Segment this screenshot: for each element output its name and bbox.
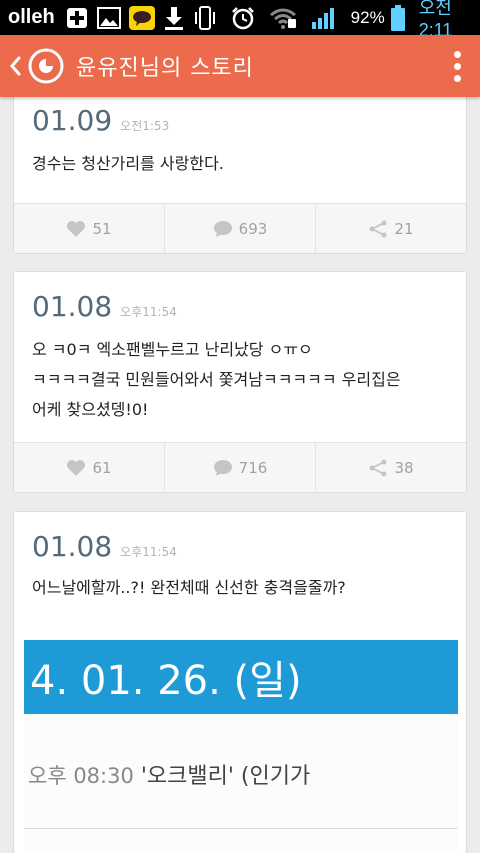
comment-icon bbox=[213, 459, 232, 476]
story-feed[interactable]: 01.09 오전1:53 경수는 청산가리를 사랑한다. 51 693 21 0… bbox=[0, 97, 480, 853]
image-text-line: 오후 08:30 '오크밸리' (인기가 bbox=[28, 758, 310, 790]
alarm-icon bbox=[231, 6, 255, 30]
post-time: 오후11:54 bbox=[120, 545, 177, 559]
comment-count: 716 bbox=[238, 458, 268, 477]
post-time: 오후11:54 bbox=[120, 305, 177, 319]
overflow-menu-button[interactable] bbox=[434, 35, 480, 97]
like-count: 61 bbox=[92, 458, 112, 477]
gallery-icon bbox=[96, 6, 121, 30]
share-button[interactable]: 21 bbox=[316, 204, 466, 253]
like-button[interactable]: 51 bbox=[14, 204, 165, 253]
post-date: 01.08 bbox=[32, 530, 113, 563]
image-divider bbox=[24, 828, 458, 829]
post-text: 경수는 청산가리를 사랑한다. bbox=[32, 149, 448, 179]
vibrate-icon bbox=[193, 5, 217, 30]
post-text-line: 어케 찾으셨뎅!0! bbox=[32, 400, 149, 419]
post-text-line: 경수는 청산가리를 사랑한다. bbox=[32, 154, 224, 173]
like-button[interactable]: 61 bbox=[14, 443, 165, 492]
carrier-name: olleh bbox=[8, 6, 55, 28]
heart-icon bbox=[67, 220, 86, 237]
add-notification-icon bbox=[65, 6, 89, 30]
share-count: 21 bbox=[394, 219, 414, 238]
image-time-text: 오후 08:30 bbox=[28, 764, 134, 788]
comment-count: 693 bbox=[238, 219, 268, 238]
story-card: 01.09 오전1:53 경수는 청산가리를 사랑한다. 51 693 21 bbox=[13, 97, 467, 254]
app-bar: 윤유진님의 스토리 bbox=[0, 35, 480, 97]
share-button[interactable]: 38 bbox=[316, 443, 466, 492]
share-icon bbox=[369, 220, 387, 237]
chevron-left-icon bbox=[10, 56, 21, 76]
post-text: 오 ㅋ0ㅋ 엑소팬벨누르고 난리났당 ㅇㅠㅇ ㅋㅋㅋㅋ결국 민원들어와서 쫓겨남… bbox=[32, 335, 448, 425]
story-card: 01.08 오후11:54 어느날에할까..?! 완전체때 신선한 충격을줄까?… bbox=[13, 511, 467, 853]
story-card: 01.08 오후11:54 오 ㅋ0ㅋ 엑소팬벨누르고 난리났당 ㅇㅠㅇ ㅋㅋㅋ… bbox=[13, 271, 467, 493]
comment-button[interactable]: 693 bbox=[165, 204, 316, 253]
menu-dot bbox=[453, 74, 461, 82]
kakaostory-logo-icon bbox=[28, 48, 64, 84]
page-title: 윤유진님의 스토리 bbox=[76, 56, 254, 81]
post-text-line: 오 ㅋ0ㅋ 엑소팬벨누르고 난리났당 ㅇㅠㅇ bbox=[32, 340, 313, 359]
post-actions: 51 693 21 bbox=[14, 203, 466, 253]
image-rest-text: '오크밸리' (인기가 bbox=[140, 764, 311, 789]
signal-icon bbox=[311, 6, 337, 30]
back-button[interactable] bbox=[4, 35, 26, 97]
kakaotalk-icon bbox=[128, 5, 155, 30]
heart-icon bbox=[67, 459, 86, 476]
post-image[interactable]: 4. 01. 26. (일) 오후 08:30 '오크밸리' (인기가 bbox=[24, 640, 458, 853]
share-count: 38 bbox=[394, 458, 414, 477]
status-bar: olleh 92% 오전 2:11 bbox=[0, 0, 480, 40]
battery-percent: 92% bbox=[350, 7, 385, 27]
post-text: 어느날에할까..?! 완전체때 신선한 충격을줄까? bbox=[32, 573, 448, 603]
comment-icon bbox=[213, 220, 232, 237]
comment-button[interactable]: 716 bbox=[165, 443, 316, 492]
menu-dot bbox=[453, 50, 461, 58]
post-text-line: 어느날에할까..?! 완전체때 신선한 충격을줄까? bbox=[32, 578, 346, 597]
share-icon bbox=[369, 459, 387, 476]
post-date: 01.09 bbox=[32, 104, 113, 137]
post-time: 오전1:53 bbox=[120, 119, 170, 133]
post-actions: 61 716 38 bbox=[14, 442, 466, 492]
download-icon bbox=[163, 6, 185, 30]
battery-icon bbox=[390, 4, 405, 31]
like-count: 51 bbox=[92, 219, 112, 238]
image-date-banner: 4. 01. 26. (일) bbox=[24, 640, 458, 714]
post-text-line: ㅋㅋㅋㅋ결국 민원들어와서 쫓겨남ㅋㅋㅋㅋㅋ 우리집은 bbox=[32, 370, 401, 389]
menu-dot bbox=[453, 62, 461, 70]
wifi-icon bbox=[269, 6, 297, 30]
post-date: 01.08 bbox=[32, 290, 113, 323]
